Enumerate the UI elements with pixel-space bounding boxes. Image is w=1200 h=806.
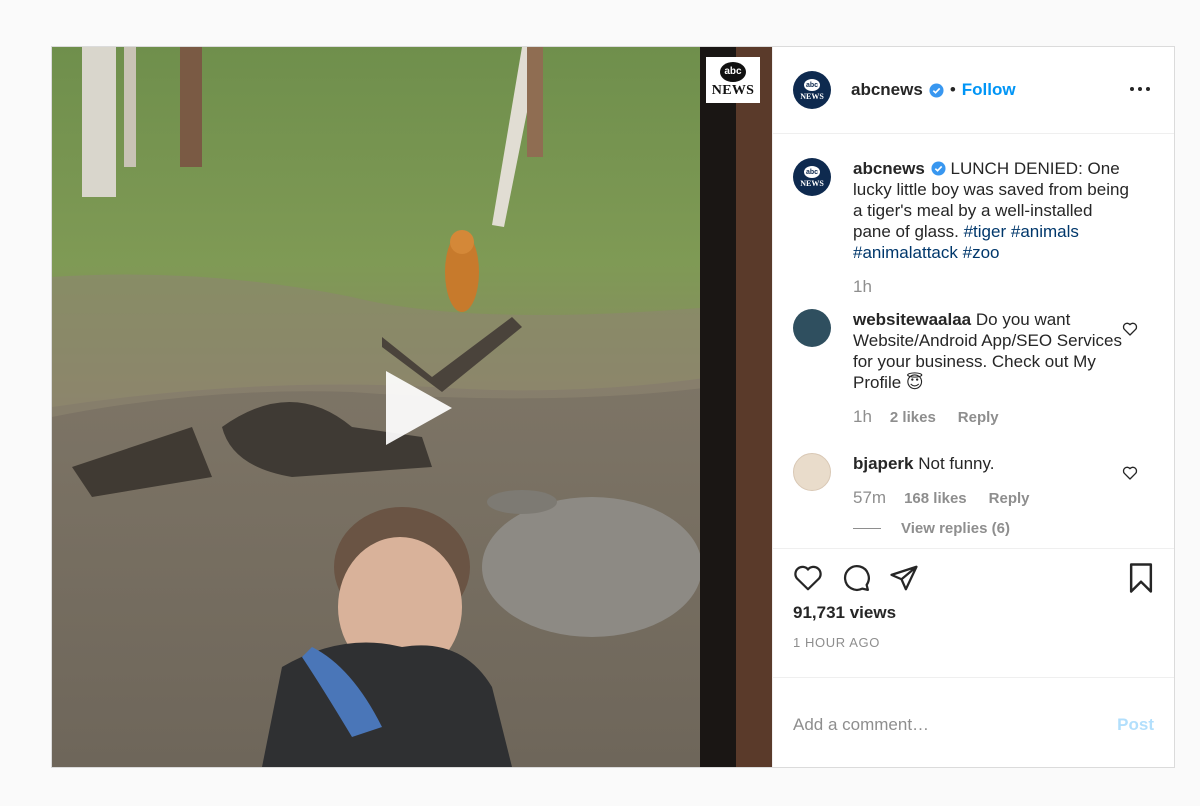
commenter-avatar[interactable] [793,453,831,491]
post-actions: 91,731 views 1 HOUR AGO [773,548,1174,677]
avatar-abc: abc [804,79,820,91]
caption-body: abcnews LUNCH DENIED: One lucky little b… [853,158,1133,297]
comment-message: Not funny. [918,454,995,473]
like-comment-heart-icon[interactable] [1122,321,1138,337]
comment-time[interactable]: 1h [853,407,872,427]
comment-likes[interactable]: 2 likes [890,409,936,426]
share-paper-plane-icon[interactable] [889,563,919,593]
watermark-abc: abc [720,61,746,82]
save-bookmark-icon[interactable] [1128,562,1154,594]
hashtag-tiger[interactable]: #tiger [964,222,1007,241]
comment-text: websitewaalaa Do you want Website/Androi… [853,309,1133,393]
post-header: abc NEWS abcnews • Follow [773,47,1174,134]
comment-username[interactable]: bjaperk [853,454,913,473]
instagram-post: abc NEWS abc NEWS abcnews • Follow abc N… [51,46,1175,768]
hashtag-animals[interactable]: #animals [1011,222,1079,241]
comment: bjaperk Not funny. 57m 168 likes Reply V… [793,453,1154,537]
commenter-avatar[interactable] [793,309,831,347]
comment-text: bjaperk Not funny. [853,453,1133,474]
comment-bubble-icon[interactable] [841,563,871,593]
like-heart-icon[interactable] [793,563,823,593]
caption: abc NEWS abcnews LUNCH DENIED: One lucky… [793,158,1154,297]
comment-body: bjaperk Not funny. 57m 168 likes Reply V… [853,453,1133,537]
hashtag-animalattack[interactable]: #animalattack [853,243,958,262]
comment-time[interactable]: 57m [853,488,886,508]
separator-dot: • [949,80,956,99]
post-side-panel: abc NEWS abcnews • Follow abc NEWS abcne… [772,47,1174,767]
post-comment-button[interactable]: Post [1117,715,1154,735]
reply-button[interactable]: Reply [958,409,999,426]
comment-meta: 1h 2 likes Reply [853,407,1133,427]
caption-avatar[interactable]: abc NEWS [793,158,831,196]
action-icons [793,561,1154,595]
add-comment-bar: Post [773,677,1174,767]
comment-likes[interactable]: 168 likes [904,490,967,507]
more-options-icon[interactable] [1128,81,1152,97]
avatar-news: NEWS [800,92,824,101]
abc-news-watermark: abc NEWS [706,57,760,103]
watermark-news: NEWS [711,82,755,98]
post-timestamp[interactable]: 1 HOUR AGO [793,635,1154,650]
like-comment-heart-icon[interactable] [1122,465,1138,481]
hashtag-zoo[interactable]: #zoo [963,243,1000,262]
avatar-news: NEWS [800,179,824,188]
view-replies-label: View replies (6) [901,520,1010,537]
verified-badge-icon [929,82,944,98]
play-icon[interactable] [372,363,462,453]
avatar-abc: abc [804,166,820,178]
post-video[interactable]: abc NEWS [52,47,772,767]
view-replies-button[interactable]: View replies (6) [853,520,1133,537]
caption-time[interactable]: 1h [853,277,872,297]
header-username[interactable]: abcnews [851,80,923,100]
comments-list[interactable]: abc NEWS abcnews LUNCH DENIED: One lucky… [773,134,1174,548]
view-count[interactable]: 91,731 views [793,603,1154,623]
account-avatar[interactable]: abc NEWS [793,71,831,109]
reply-button[interactable]: Reply [989,490,1030,507]
caption-text: abcnews LUNCH DENIED: One lucky little b… [853,158,1133,263]
comment-meta: 57m 168 likes Reply [853,488,1133,508]
comment-username[interactable]: websitewaalaa [853,310,971,329]
comment-body: websitewaalaa Do you want Website/Androi… [853,309,1133,427]
follow-button[interactable]: Follow [962,80,1016,100]
comment: websitewaalaa Do you want Website/Androi… [793,309,1154,427]
caption-username[interactable]: abcnews [853,159,925,178]
caption-meta: 1h [853,277,1133,297]
add-comment-input[interactable] [793,714,1118,735]
view-replies-line [853,528,881,529]
verified-badge-icon [931,161,946,176]
